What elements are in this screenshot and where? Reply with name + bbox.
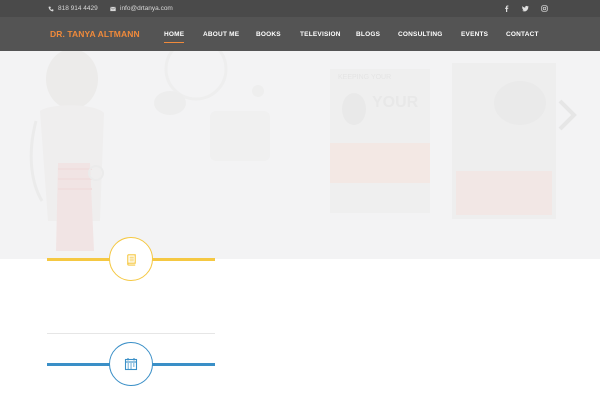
site-logo[interactable]: DR. TANYA ALTMANN <box>50 17 140 51</box>
nav-item-home[interactable]: HOME <box>164 17 185 51</box>
phone-icon <box>48 6 54 11</box>
section-separator <box>47 333 215 334</box>
nav-item-books[interactable]: BOOKS <box>256 17 281 51</box>
hero-banner: KEEPING YOUR YOUR <box>0 51 600 259</box>
calendar-icon <box>124 358 138 371</box>
nav-item-events[interactable]: EVENTS <box>461 17 488 51</box>
phone-number: 818 914 4429 <box>58 5 98 12</box>
main-navbar: DR. TANYA ALTMANN HOME ABOUT ME BOOKS TE… <box>0 17 600 51</box>
books-section-badge <box>109 237 153 281</box>
twitter-icon[interactable] <box>521 5 529 13</box>
facebook-icon[interactable] <box>502 5 510 13</box>
instagram-icon[interactable] <box>540 5 548 13</box>
top-info-bar: 818 914 4429 info@drtanya.com <box>0 0 600 17</box>
nav-item-television[interactable]: TELEVISION <box>300 17 341 51</box>
nav-item-about-me[interactable]: ABOUT ME <box>203 17 239 51</box>
envelope-icon <box>110 6 116 11</box>
social-links <box>502 0 548 17</box>
svg-text:KEEPING YOUR: KEEPING YOUR <box>338 74 391 81</box>
nav-item-blogs[interactable]: BLOGS <box>356 17 380 51</box>
events-section-badge <box>109 342 153 386</box>
nav-item-contact[interactable]: CONTACT <box>506 17 539 51</box>
phone-contact[interactable]: 818 914 4429 <box>48 0 98 17</box>
book-icon <box>126 253 136 266</box>
email-address: info@drtanya.com <box>120 5 173 12</box>
nav-item-consulting[interactable]: CONSULTING <box>398 17 443 51</box>
hero-background-image: KEEPING YOUR YOUR <box>29 51 577 251</box>
email-contact[interactable]: info@drtanya.com <box>110 0 173 17</box>
svg-text:YOUR: YOUR <box>372 94 419 111</box>
